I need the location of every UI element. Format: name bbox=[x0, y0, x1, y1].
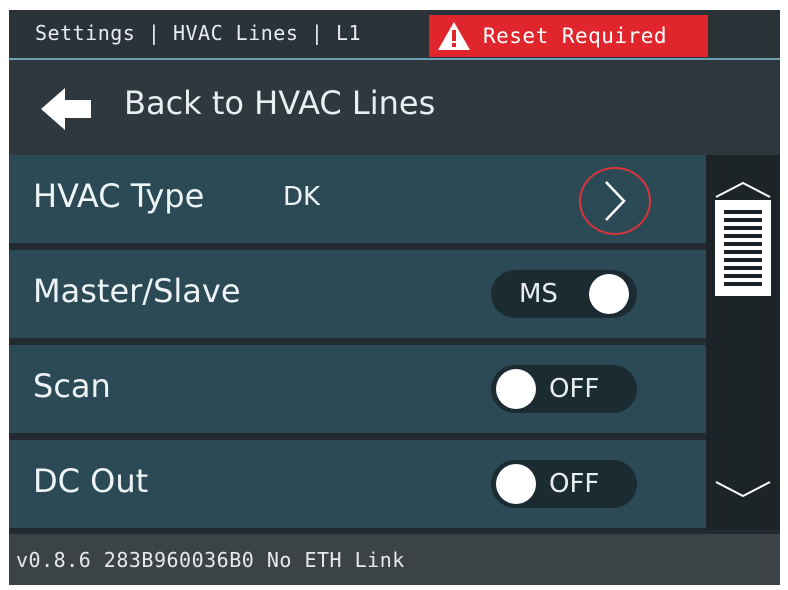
row-label: DC Out bbox=[33, 462, 149, 500]
row-scan[interactable]: Scan OFF bbox=[9, 345, 706, 433]
dc-out-toggle[interactable]: OFF bbox=[491, 460, 637, 508]
toggle-text: OFF bbox=[549, 469, 600, 499]
back-button[interactable]: Back to HVAC Lines bbox=[9, 60, 780, 155]
row-label: Master/Slave bbox=[33, 272, 241, 310]
row-value: DK bbox=[283, 182, 321, 212]
settings-screen: Settings | HVAC Lines | L1 Reset Require… bbox=[9, 10, 780, 585]
chevron-down-icon[interactable] bbox=[714, 480, 772, 498]
scroll-thumb-grip bbox=[724, 210, 762, 286]
warning-label: Reset Required bbox=[483, 24, 668, 48]
scroll-thumb[interactable] bbox=[715, 200, 771, 296]
chevron-right-icon bbox=[605, 181, 626, 221]
row-dc-out[interactable]: DC Out OFF bbox=[9, 440, 706, 528]
arrow-left-icon bbox=[41, 88, 91, 130]
version-status: v0.8.6 283B960036B0 No ETH Link bbox=[16, 548, 405, 572]
scan-toggle[interactable]: OFF bbox=[491, 365, 637, 413]
master-slave-toggle[interactable]: MS bbox=[491, 270, 637, 318]
row-hvac-type[interactable]: HVAC Type DK bbox=[9, 155, 706, 243]
warning-triangle-icon bbox=[438, 22, 470, 50]
row-label: HVAC Type bbox=[33, 177, 205, 215]
toggle-text: OFF bbox=[549, 374, 600, 404]
settings-list: HVAC Type DK Master/Slave MS Scan OFF DC… bbox=[9, 155, 706, 530]
status-bar: v0.8.6 283B960036B0 No ETH Link bbox=[9, 534, 780, 585]
toggle-text: MS bbox=[519, 279, 558, 309]
reset-required-badge[interactable]: Reset Required bbox=[429, 15, 708, 57]
top-bar: Settings | HVAC Lines | L1 Reset Require… bbox=[9, 10, 780, 58]
row-label: Scan bbox=[33, 367, 111, 405]
breadcrumb: Settings | HVAC Lines | L1 bbox=[35, 21, 362, 45]
chevron-up-icon[interactable] bbox=[714, 181, 772, 199]
back-label: Back to HVAC Lines bbox=[124, 84, 436, 122]
toggle-knob bbox=[589, 274, 629, 314]
row-master-slave[interactable]: Master/Slave MS bbox=[9, 250, 706, 338]
open-hvac-type-button[interactable] bbox=[579, 167, 651, 235]
toggle-knob bbox=[496, 464, 536, 504]
toggle-knob bbox=[496, 369, 536, 409]
scrollbar[interactable] bbox=[706, 155, 780, 530]
